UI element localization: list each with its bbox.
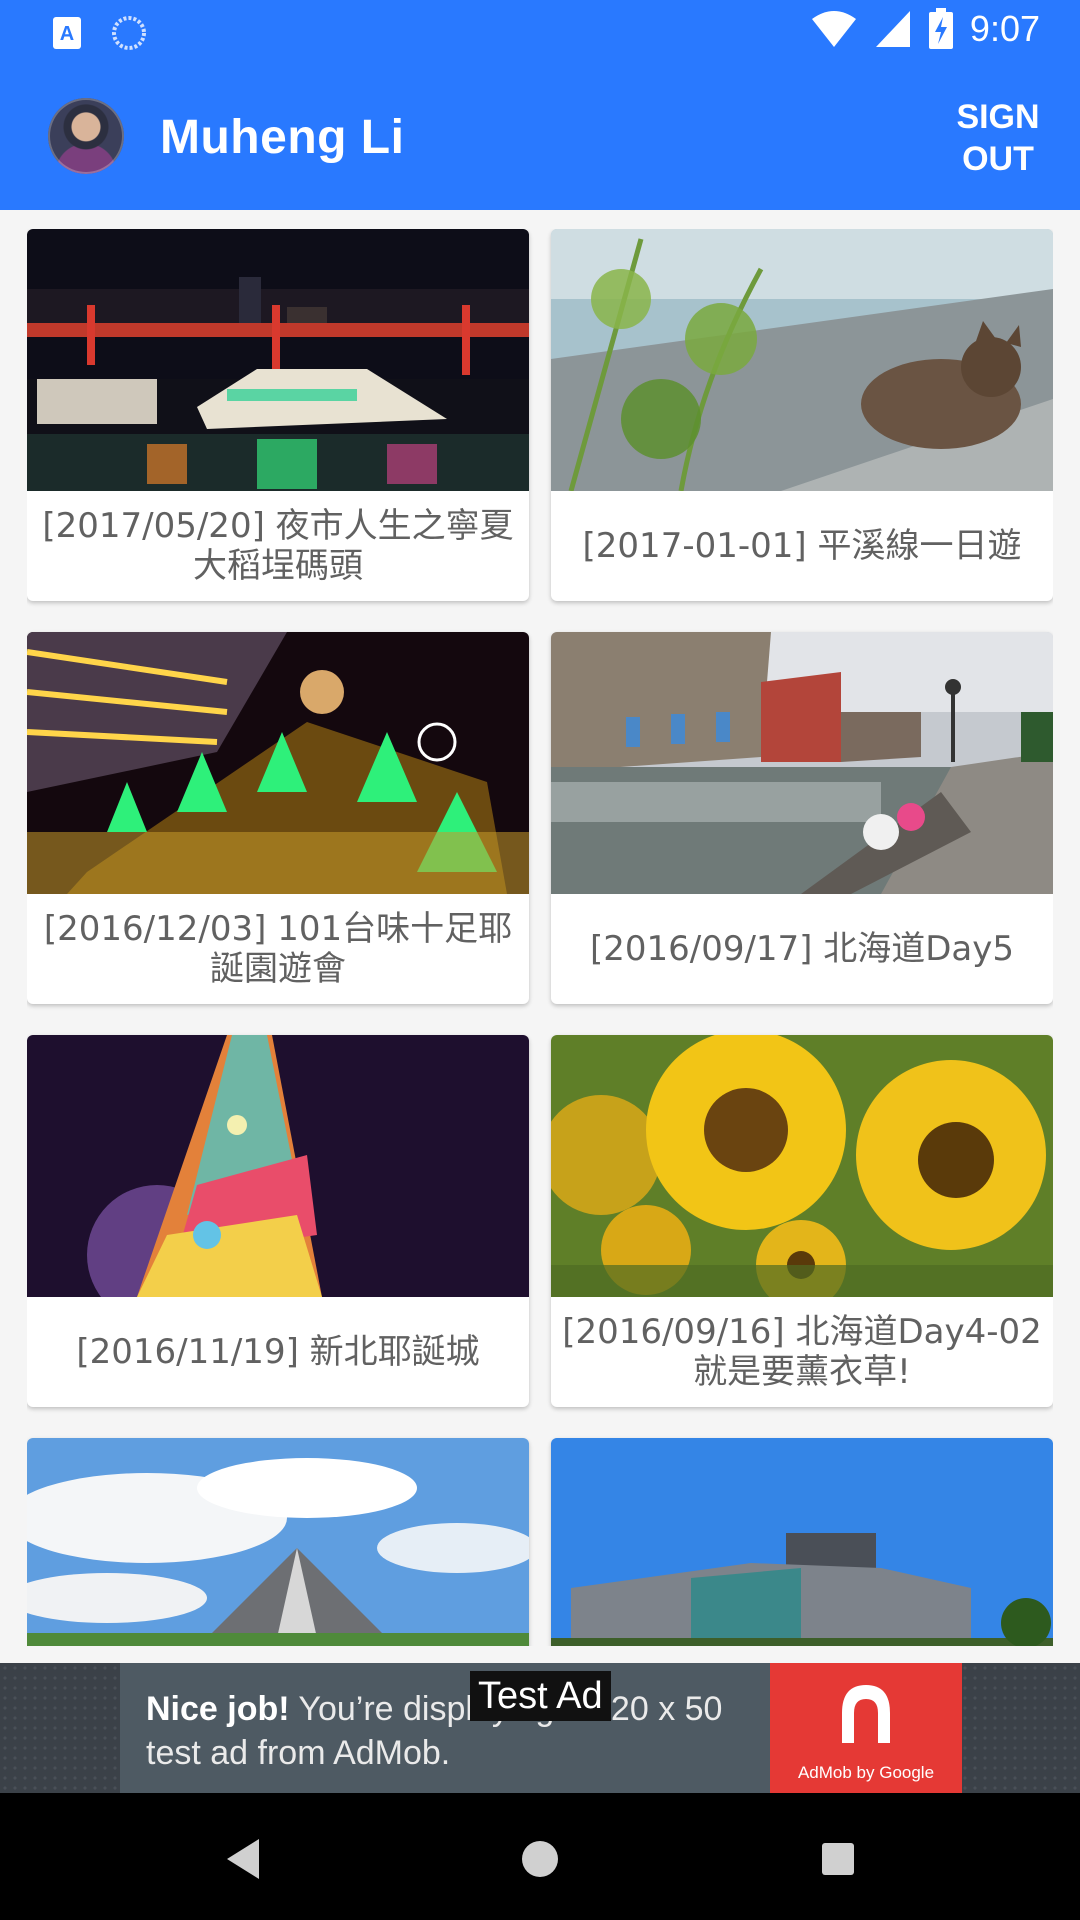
album-photo (27, 1438, 529, 1646)
admob-icon (842, 1685, 890, 1743)
album-photo (27, 632, 529, 894)
wifi-icon (811, 11, 856, 47)
album-title: [2016/09/17] 北海道Day5 (589, 929, 1015, 969)
album-photo (551, 229, 1053, 491)
album-title: [2016/09/16] 北海道Day4-02 就是要薰衣草! (562, 1312, 1042, 1392)
ad-headline: Nice job! (146, 1690, 290, 1728)
clock: 9:07 (969, 8, 1040, 49)
album-photo (27, 1035, 529, 1297)
status-bar: A 9:07 (0, 0, 1080, 64)
recents-icon[interactable] (810, 1831, 866, 1887)
back-icon[interactable] (215, 1831, 271, 1887)
album-card[interactable] (551, 1438, 1053, 1646)
home-icon[interactable] (512, 1831, 568, 1887)
album-card[interactable]: [2016/09/17] 北海道Day5 (551, 632, 1053, 1004)
avatar[interactable] (48, 98, 124, 174)
album-card[interactable]: [2017/05/20] 夜市人生之寧夏大稻埕碼頭 (27, 229, 529, 601)
album-title: [2016/12/03] 101台味十足耶誕園遊會 (43, 909, 513, 989)
album-card[interactable]: [2016/11/19] 新北耶誕城 (27, 1035, 529, 1407)
album-title: [2017-01-01] 平溪線一日遊 (582, 526, 1022, 566)
sign-out-button[interactable]: SIGN OUT (948, 96, 1048, 180)
app-bar: Muheng Li SIGN OUT (0, 64, 1080, 210)
album-title: [2016/11/19] 新北耶誕城 (76, 1332, 480, 1372)
signal-icon (875, 11, 910, 47)
album-photo (551, 1035, 1053, 1297)
album-grid[interactable]: [2017/05/20] 夜市人生之寧夏大稻埕碼頭 [2017-01-01] 平… (27, 229, 1053, 1646)
album-photo (551, 1438, 1053, 1646)
album-card[interactable] (27, 1438, 529, 1646)
sync-icon (112, 16, 146, 50)
test-ad-badge: Test Ad (470, 1671, 611, 1721)
admob-logo[interactable]: AdMob by Google (770, 1663, 962, 1793)
album-title: [2017/05/20] 夜市人生之寧夏大稻埕碼頭 (42, 506, 514, 586)
album-photo (27, 229, 529, 491)
svg-text:A: A (60, 23, 74, 45)
ad-text[interactable]: Nice job! You’re displaying a 320 x 50 t… (146, 1687, 756, 1775)
app-a-icon: A (53, 17, 81, 49)
battery-charging-icon (928, 8, 953, 49)
album-card[interactable]: [2016/09/16] 北海道Day4-02 就是要薰衣草! (551, 1035, 1053, 1407)
album-photo (551, 632, 1053, 894)
navigation-bar (0, 1793, 1080, 1920)
album-card[interactable]: [2017-01-01] 平溪線一日遊 (551, 229, 1053, 601)
ad-brand: AdMob by Google (797, 1763, 935, 1782)
album-card[interactable]: [2016/12/03] 101台味十足耶誕園遊會 (27, 632, 529, 1004)
user-name: Muheng Li (160, 111, 405, 164)
